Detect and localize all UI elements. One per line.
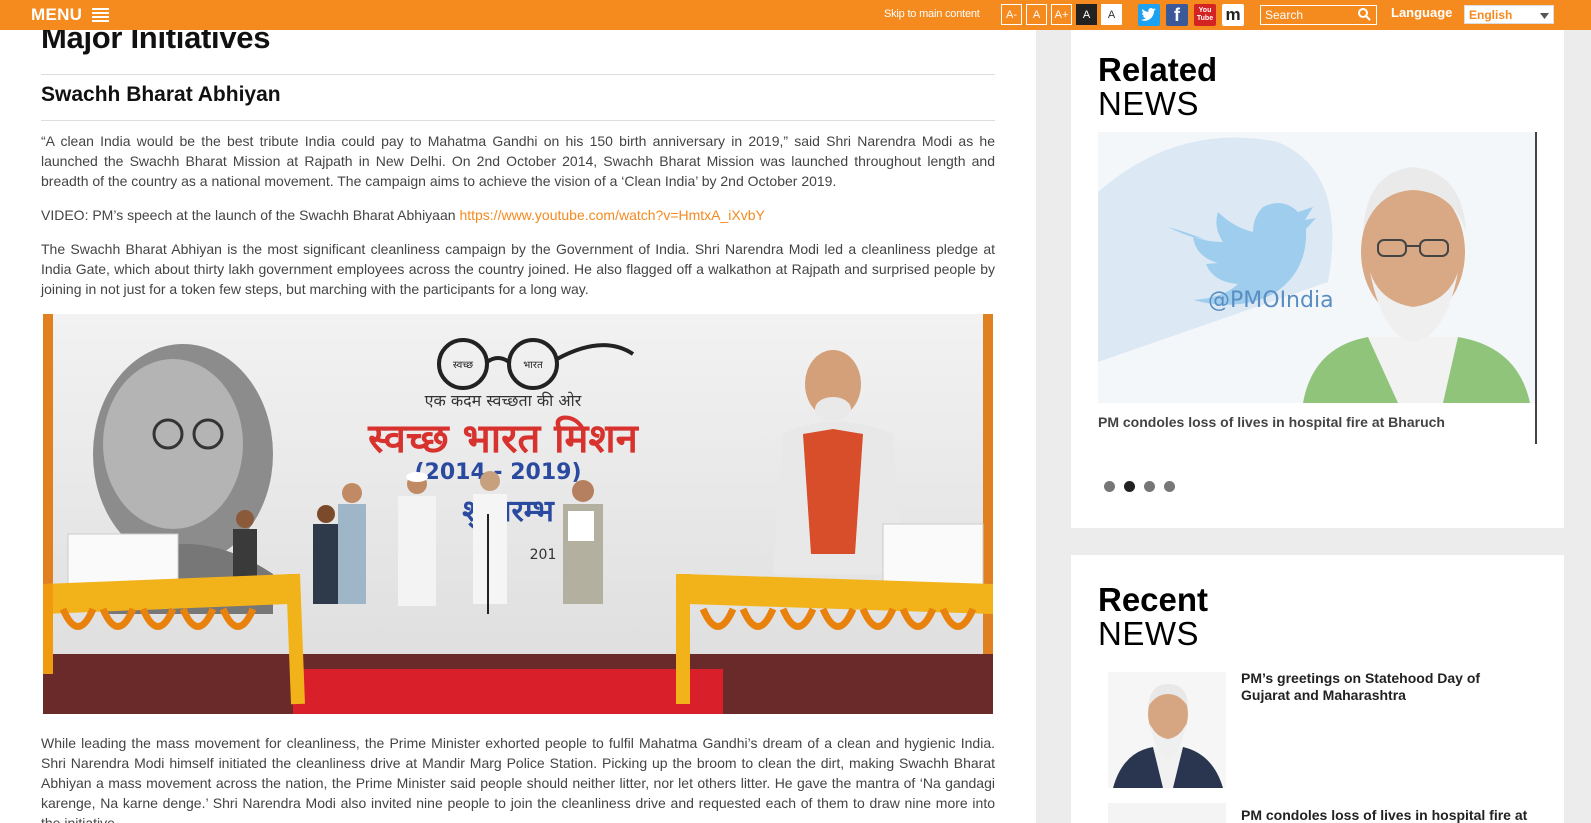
divider [41, 74, 995, 75]
carousel-dot-2[interactable] [1124, 481, 1135, 492]
video-prefix: VIDEO: PM’s speech at the launch of the … [41, 207, 460, 223]
recent-item-title[interactable]: PM’s greetings on Statehood Day of Gujar… [1241, 670, 1531, 704]
font-reset-button[interactable]: A [1026, 4, 1047, 25]
swachh-bharat-launch-photo: स्वच्छ भारत एक कदम स्वच्छता की ओर स्वच्छ… [43, 314, 993, 714]
video-link[interactable]: https://www.youtube.com/watch?v=HmtxA_iX… [459, 207, 764, 223]
banner-tagline: एक कदम स्वच्छता की ओर [425, 391, 582, 410]
section-title: Swachh Bharat Abhiyan [41, 83, 281, 106]
search-icon[interactable] [1357, 7, 1373, 23]
font-increase-button[interactable]: A+ [1051, 4, 1072, 25]
dark-contrast-button[interactable]: A [1076, 4, 1097, 25]
hamburger-icon [92, 8, 110, 22]
related-news-image[interactable]: @PMOIndia [1098, 132, 1536, 403]
light-contrast-button[interactable]: A [1101, 4, 1122, 25]
banner-title: स्वच्छ भारत मिशन [367, 415, 640, 462]
video-paragraph: VIDEO: PM’s speech at the launch of the … [41, 205, 995, 225]
language-label: Language [1391, 5, 1453, 20]
campaign-paragraph: The Swachh Bharat Abhiyan is the most si… [41, 241, 995, 297]
carousel-divider [1535, 132, 1537, 444]
menu-button[interactable]: MENU [31, 5, 110, 25]
intro-paragraph: “A clean India would be the best tribute… [41, 133, 995, 189]
top-bar: MENU Skip to main content A- A A+ A A f … [0, 0, 1591, 30]
carousel-dot-4[interactable] [1164, 481, 1175, 492]
recent-item-thumbnail[interactable] [1108, 803, 1226, 823]
pmo-handle: @PMOIndia [1208, 288, 1334, 313]
related-news-card: Related NEWS @PMOIndia PM condoles loss … [1071, 30, 1564, 528]
divider [41, 120, 995, 121]
recent-news-card: Recent NEWS PM’s greetings on Statehood … [1071, 555, 1564, 823]
recent-item-title[interactable]: PM condoles loss of lives in hospital fi… [1241, 807, 1531, 823]
search-input[interactable] [1261, 6, 1357, 24]
carousel-dot-3[interactable] [1144, 481, 1155, 492]
glasses-left-text: स्वच्छ [453, 360, 473, 371]
recent-subheading: NEWS [1098, 615, 1199, 652]
carousel-dot-1[interactable] [1104, 481, 1115, 492]
chevron-down-icon [1540, 8, 1549, 22]
menu-label: MENU [31, 5, 83, 24]
main-content: Major Initiatives Swachh Bharat Abhiyan … [0, 0, 1036, 823]
drive-paragraph: While leading the mass movement for clea… [41, 735, 995, 823]
glasses-right-text: भारत [523, 360, 543, 371]
recent-heading: Recent [1098, 581, 1209, 618]
search-box [1260, 5, 1377, 25]
recent-item-thumbnail[interactable] [1108, 672, 1226, 788]
related-news-caption[interactable]: PM condoles loss of lives in hospital fi… [1098, 414, 1445, 430]
twitter-icon[interactable] [1138, 4, 1160, 26]
language-select[interactable]: English [1464, 5, 1554, 24]
skip-to-content-link[interactable]: Skip to main content [884, 8, 980, 20]
narendra-modi-app-icon[interactable]: m [1222, 4, 1244, 26]
related-subheading: NEWS [1098, 85, 1199, 122]
font-decrease-button[interactable]: A- [1001, 4, 1022, 25]
related-heading: Related [1098, 51, 1218, 88]
banner-date: 201 [530, 547, 557, 563]
facebook-icon[interactable]: f [1166, 4, 1188, 26]
language-value: English [1469, 7, 1513, 22]
youtube-icon[interactable]: You Tube [1194, 4, 1216, 26]
